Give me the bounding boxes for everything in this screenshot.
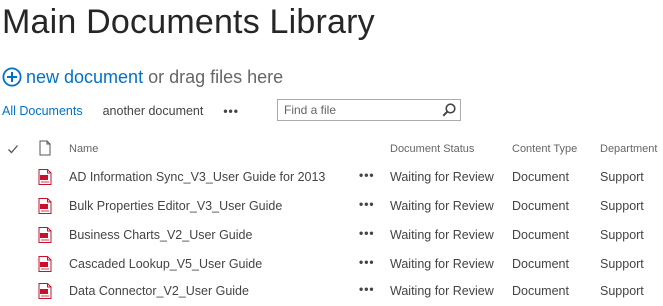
content-type-cell: Document	[512, 257, 569, 271]
table-row[interactable]: AD Information Sync_V3_User Guide for 20…	[0, 163, 663, 192]
new-document-link[interactable]: new document	[26, 67, 143, 88]
content-type-cell: Document	[512, 284, 569, 298]
pdf-icon	[38, 227, 52, 243]
table-header: Name Document Status Content Type Depart…	[0, 140, 663, 160]
column-header-department[interactable]: Department	[600, 143, 657, 155]
content-type-cell: Document	[512, 170, 569, 184]
search-input[interactable]	[278, 100, 438, 120]
content-type-cell: Document	[512, 228, 569, 242]
document-status-cell: Waiting for Review	[390, 284, 494, 298]
more-views-button[interactable]: •••	[223, 104, 239, 118]
table-row[interactable]: Cascaded Lookup_V5_User Guide ••• Waitin…	[0, 250, 663, 279]
add-circle-icon[interactable]	[2, 67, 22, 87]
table-row[interactable]: Bulk Properties Editor_V3_User Guide •••…	[0, 192, 663, 221]
view-all-documents[interactable]: All Documents	[2, 104, 83, 118]
search-icon[interactable]	[441, 102, 457, 118]
row-menu-button[interactable]: •••	[359, 226, 375, 240]
content-type-cell: Document	[512, 199, 569, 213]
pdf-icon	[38, 283, 52, 299]
view-selector: All Documents another document •••	[2, 100, 239, 122]
view-another-document[interactable]: another document	[103, 104, 204, 118]
row-menu-button[interactable]: •••	[359, 255, 375, 269]
pdf-icon	[38, 256, 52, 272]
row-menu-button[interactable]: •••	[359, 168, 375, 182]
department-cell: Support	[600, 199, 644, 213]
row-menu-button[interactable]: •••	[359, 197, 375, 211]
department-cell: Support	[600, 170, 644, 184]
document-status-cell: Waiting for Review	[390, 257, 494, 271]
drag-files-hint: or drag files here	[148, 66, 284, 87]
pdf-icon	[38, 198, 52, 214]
document-name-link[interactable]: AD Information Sync_V3_User Guide for 20…	[69, 170, 325, 184]
column-header-content-type[interactable]: Content Type	[512, 143, 577, 155]
select-all-checkmark-icon[interactable]	[7, 143, 19, 155]
document-status-cell: Waiting for Review	[390, 228, 494, 242]
department-cell: Support	[600, 284, 644, 298]
document-name-link[interactable]: Cascaded Lookup_V5_User Guide	[69, 257, 262, 271]
document-status-cell: Waiting for Review	[390, 170, 494, 184]
column-header-name[interactable]: Name	[69, 143, 98, 155]
document-name-link[interactable]: Business Charts_V2_User Guide	[69, 228, 252, 242]
document-type-icon	[39, 140, 51, 156]
table-row[interactable]: Business Charts_V2_User Guide ••• Waitin…	[0, 221, 663, 250]
column-header-document-status[interactable]: Document Status	[390, 143, 474, 155]
document-status-cell: Waiting for Review	[390, 199, 494, 213]
upload-bar: new document or drag files here	[2, 65, 283, 89]
pdf-icon	[38, 169, 52, 185]
table-row[interactable]: Data Connector_V2_User Guide ••• Waiting…	[0, 277, 663, 306]
page-title: Main Documents Library	[2, 3, 375, 41]
department-cell: Support	[600, 257, 644, 271]
document-name-link[interactable]: Data Connector_V2_User Guide	[69, 284, 249, 298]
find-file-search	[277, 99, 461, 121]
department-cell: Support	[600, 228, 644, 242]
document-name-link[interactable]: Bulk Properties Editor_V3_User Guide	[69, 199, 282, 213]
row-menu-button[interactable]: •••	[359, 282, 375, 296]
